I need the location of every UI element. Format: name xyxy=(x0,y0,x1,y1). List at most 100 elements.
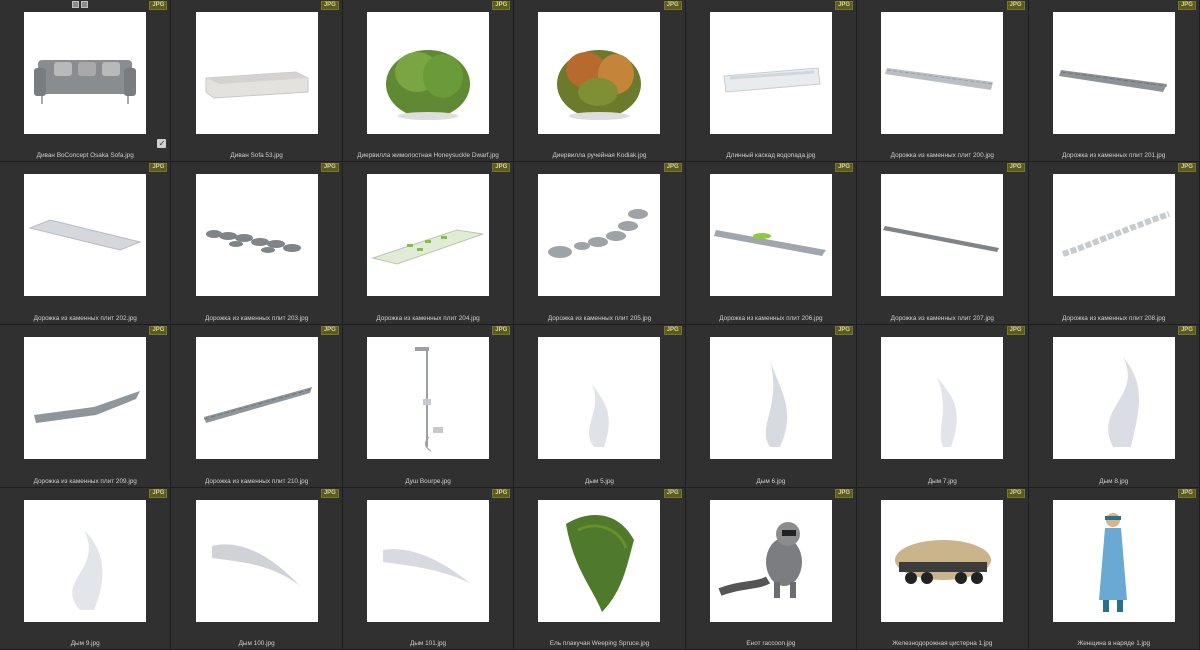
thumbnail-image[interactable] xyxy=(367,12,490,134)
thumbnail-item[interactable]: JPG Дорожка из каменных плит 201.jpg xyxy=(1028,0,1200,162)
thumbnail-image[interactable] xyxy=(24,500,147,622)
thumbnail-image[interactable] xyxy=(709,174,832,296)
thumbnail-filename: Дорожка из каменных плит 202.jpg xyxy=(33,315,137,322)
thumbnail-image[interactable] xyxy=(881,500,1004,622)
thumbnail-filename: Дым 5.jpg xyxy=(585,478,614,485)
thumbnail-filename: Душ Bourpe.jpg xyxy=(405,478,451,485)
thumbnail-image[interactable] xyxy=(538,500,661,622)
thumbnail-image[interactable] xyxy=(881,174,1004,296)
file-type-badge: JPG xyxy=(663,1,682,10)
thumbnail-image[interactable] xyxy=(24,337,147,459)
file-type-badge: JPG xyxy=(149,326,168,335)
thumbnail-item[interactable]: JPG Ель плакучая Weeping Spruce.jpg xyxy=(514,488,686,650)
file-type-badge: JPG xyxy=(1006,1,1025,10)
thumbnail-filename: Дорожка из каменных плит 201.jpg xyxy=(1062,152,1166,159)
file-type-badge: JPG xyxy=(1177,163,1196,172)
file-type-badge: JPG xyxy=(1006,163,1025,172)
thumbnail-image[interactable] xyxy=(367,500,490,622)
thumbnail-item[interactable]: JPG Дорожка из каменных плит 200.jpg xyxy=(857,0,1029,162)
thumbnail-filename: Длинный каскад водопада.jpg xyxy=(726,152,816,159)
file-type-badge: JPG xyxy=(1177,489,1196,498)
thumbnail-image[interactable] xyxy=(195,12,318,134)
toolbar-mini-icons[interactable] xyxy=(72,1,88,8)
thumbnail-item[interactable]: JPG Длинный каскад водопада.jpg xyxy=(685,0,858,162)
thumbnail-filename: Ель плакучая Weeping Spruce.jpg xyxy=(549,640,650,647)
thumbnail-item[interactable]: JPG Диван Sofa 53.jpg xyxy=(171,0,343,162)
file-type-badge: JPG xyxy=(492,326,511,335)
thumbnail-filename: Диван Sofa 53.jpg xyxy=(230,152,283,159)
file-type-badge: JPG xyxy=(492,489,511,498)
thumbnail-image[interactable] xyxy=(538,12,661,134)
thumbnail-image[interactable] xyxy=(538,337,661,459)
file-type-badge: JPG xyxy=(492,163,511,172)
thumbnail-item[interactable]: JPG Дорожка из каменных плит 203.jpg xyxy=(171,162,343,325)
thumbnail-image[interactable] xyxy=(881,337,1004,459)
thumbnail-item[interactable]: JPG Дым 5.jpg xyxy=(514,325,686,488)
thumbnail-item[interactable]: JPG Душ Bourpe.jpg xyxy=(342,325,515,488)
file-type-badge: JPG xyxy=(320,326,339,335)
file-type-badge: JPG xyxy=(149,1,168,10)
thumbnail-image[interactable] xyxy=(367,174,490,296)
thumbnail-item[interactable]: JPG Дорожка из каменных плит 204.jpg xyxy=(342,162,515,325)
thumbnail-image[interactable] xyxy=(709,337,832,459)
thumbnail-filename: Диван BoConcept Osaka Sofa.jpg xyxy=(36,152,134,159)
thumbnail-item[interactable]: JPG Дым 100.jpg xyxy=(171,488,343,650)
thumbnail-image[interactable] xyxy=(538,174,661,296)
thumbnail-filename: Диервилла ручейная Kodiak.jpg xyxy=(552,152,647,159)
thumbnail-item[interactable]: JPG Дорожка из каменных плит 205.jpg xyxy=(514,162,686,325)
select-icon[interactable] xyxy=(72,1,79,8)
file-type-badge: JPG xyxy=(835,163,854,172)
thumbnail-filename: Диервилла жимолостная Honeysuckle Dwarf.… xyxy=(357,152,499,159)
thumbnail-filename: Железнодорожная цистерна 1.jpg xyxy=(892,640,993,647)
thumbnail-image[interactable] xyxy=(709,500,832,622)
thumbnail-filename: Дым 6.jpg xyxy=(756,478,786,485)
file-type-badge: JPG xyxy=(320,163,339,172)
thumbnail-item[interactable]: JPG Дым 101.jpg xyxy=(342,488,515,650)
file-type-badge: JPG xyxy=(835,1,854,10)
thumbnail-item[interactable]: JPG Железнодорожная цистерна 1.jpg xyxy=(857,488,1029,650)
checkmark-icon[interactable]: ✓ xyxy=(157,139,167,148)
thumbnail-image[interactable] xyxy=(195,174,318,296)
thumbnail-image[interactable] xyxy=(1052,500,1175,622)
thumbnail-image[interactable] xyxy=(1052,12,1175,134)
thumbnail-filename: Дым 7.jpg xyxy=(927,478,957,485)
thumbnail-item[interactable]: JPG Диервилла жимолостная Honeysuckle Dwa… xyxy=(342,0,515,162)
thumbnail-item[interactable]: JPG Женщина в наряде 1.jpg xyxy=(1028,488,1200,650)
thumbnail-item[interactable]: JPG Дым 8.jpg xyxy=(1028,325,1200,488)
file-type-badge: JPG xyxy=(320,1,339,10)
thumbnail-item[interactable]: JPG Дорожка из каменных плит 208.jpg xyxy=(1028,162,1200,325)
thumbnail-filename: Дорожка из каменных плит 208.jpg xyxy=(1062,315,1166,322)
thumbnail-filename: Дорожка из каменных плит 204.jpg xyxy=(376,315,480,322)
thumbnail-item[interactable]: JPG Диервилла ручейная Kodiak.jpg xyxy=(514,0,686,162)
thumbnail-item[interactable]: JPG Дым 7.jpg xyxy=(857,325,1029,488)
file-type-badge: JPG xyxy=(835,489,854,498)
thumbnail-item[interactable]: JPG Енот raccoon.jpg xyxy=(685,488,858,650)
thumbnail-item[interactable]: JPG Дорожка из каменных плит 202.jpg xyxy=(0,162,172,325)
thumbnail-image[interactable] xyxy=(195,337,318,459)
thumbnail-item[interactable]: JPG Дым 9.jpg xyxy=(0,488,172,650)
thumbnail-image[interactable] xyxy=(195,500,318,622)
thumbnail-item[interactable]: JPG Дорожка из каменных плит 209.jpg xyxy=(0,325,172,488)
thumbnail-image[interactable] xyxy=(709,12,832,134)
thumbnail-image[interactable] xyxy=(24,12,147,134)
thumbnail-filename: Дым 100.jpg xyxy=(238,640,275,647)
file-type-badge: JPG xyxy=(149,163,168,172)
thumbnail-image[interactable] xyxy=(881,12,1004,134)
edit-icon[interactable] xyxy=(81,1,88,8)
thumbnail-image[interactable] xyxy=(24,174,147,296)
thumbnail-image[interactable] xyxy=(1052,337,1175,459)
thumbnail-filename: Енот raccoon.jpg xyxy=(746,640,796,647)
thumbnail-item[interactable]: JPG Дым 6.jpg xyxy=(685,325,858,488)
thumbnail-item[interactable]: JPG Дорожка из каменных плит 206.jpg xyxy=(685,162,858,325)
thumbnail-item[interactable]: JPG ✓ Диван BoConcept Osaka Sofa.jpg xyxy=(0,0,172,162)
thumbnail-image[interactable] xyxy=(367,337,490,459)
thumbnail-filename: Дорожка из каменных плит 206.jpg xyxy=(719,315,823,322)
thumbnail-filename: Дорожка из каменных плит 210.jpg xyxy=(204,478,309,485)
file-type-badge: JPG xyxy=(1177,326,1196,335)
thumbnail-item[interactable]: JPG Дорожка из каменных плит 207.jpg xyxy=(857,162,1029,325)
thumbnail-image[interactable] xyxy=(1052,174,1175,296)
file-type-badge: JPG xyxy=(663,326,682,335)
thumbnail-item[interactable]: JPG Дорожка из каменных плит 210.jpg xyxy=(171,325,343,488)
thumbnail-filename: Дорожка из каменных плит 209.jpg xyxy=(33,478,137,485)
file-type-badge: JPG xyxy=(663,163,682,172)
